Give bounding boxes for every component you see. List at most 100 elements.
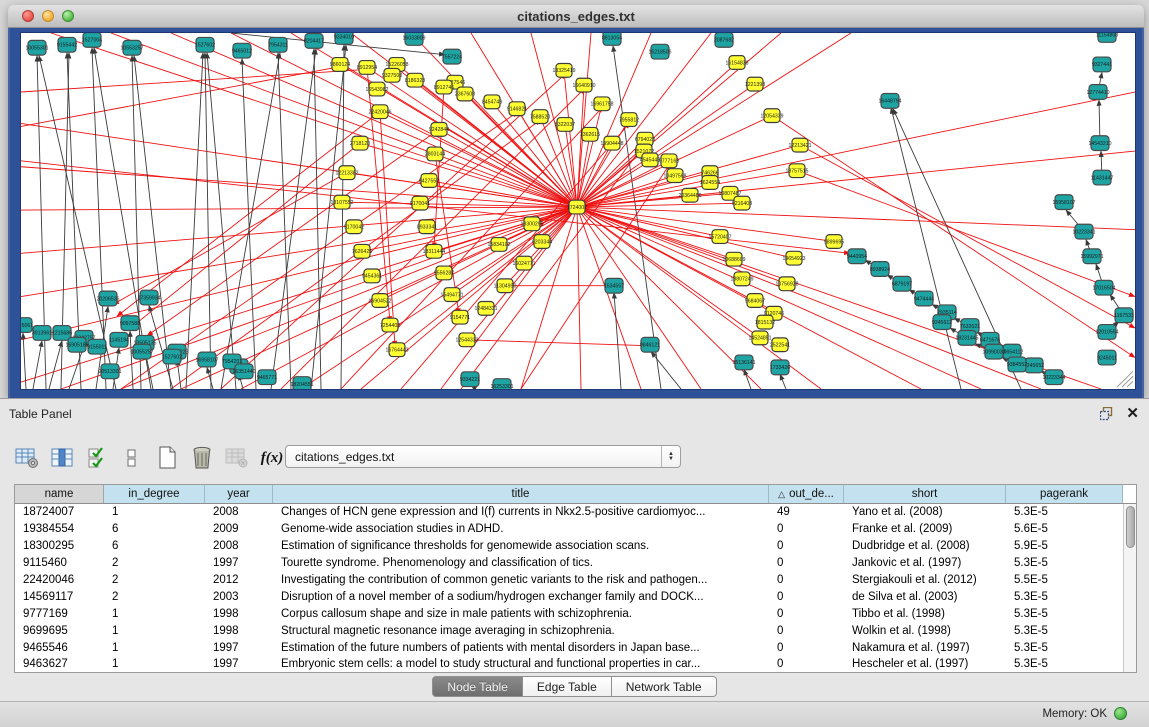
black-edge[interactable] <box>278 53 291 389</box>
network-node[interactable]: 9846121 <box>640 337 660 352</box>
network-node[interactable]: 8454749 <box>482 95 502 109</box>
table-cell[interactable]: 2003 <box>205 591 273 603</box>
table-cell[interactable]: Investigating the contribution of common… <box>273 574 769 586</box>
network-node[interactable]: 18231445 <box>955 330 978 345</box>
select-columns-icon[interactable] <box>84 445 110 471</box>
table-cell[interactable]: 5.5E-5 <box>1006 574 1123 586</box>
network-node[interactable]: 18807249 <box>730 272 753 286</box>
black-edge[interactable] <box>221 53 280 389</box>
network-node[interactable]: 9327441 <box>1092 57 1112 72</box>
network-node[interactable]: 9334221 <box>460 372 480 387</box>
network-node[interactable]: 11154808 <box>1096 33 1118 42</box>
network-node[interactable]: 1724007 <box>567 200 587 214</box>
table-cell[interactable]: Tibbo et al. (1998) <box>844 608 1006 620</box>
network-node[interactable]: 8938924 <box>870 262 890 277</box>
network-node[interactable]: 10497568 <box>663 169 686 183</box>
red-edge[interactable] <box>564 70 577 207</box>
network-node[interactable]: 9684067 <box>745 294 765 308</box>
red-edge[interactable] <box>577 207 1041 389</box>
network-node[interactable]: 8813054 <box>602 33 622 45</box>
network-node[interactable]: 16904522 <box>368 294 391 308</box>
network-node[interactable]: 7626425 <box>352 244 372 258</box>
table-cell[interactable]: 2 <box>104 557 205 569</box>
show-columns-icon[interactable] <box>49 445 75 471</box>
table-cell[interactable]: 9463627 <box>15 658 104 670</box>
network-node[interactable]: 10756928 <box>775 277 798 291</box>
resize-grip-icon[interactable] <box>1122 376 1133 387</box>
table-cell[interactable]: 0 <box>769 625 844 637</box>
network-node[interactable]: 16640910 <box>572 78 595 92</box>
network-node[interactable]: 15136141 <box>732 355 755 370</box>
network-node[interactable]: 12213382 <box>335 166 358 180</box>
float-panel-icon[interactable] <box>1100 407 1115 421</box>
network-node[interactable]: 9474444 <box>914 291 934 306</box>
network-node[interactable]: 10990033 <box>982 344 1005 359</box>
network-node[interactable]: 20364486 <box>678 188 701 202</box>
black-edge[interactable] <box>271 49 316 389</box>
table-row[interactable]: 911546021997Tourette syndrome. Phenomeno… <box>15 555 1123 572</box>
table-cell[interactable]: Embryonic stem cells: a model to study s… <box>273 658 769 670</box>
network-node[interactable]: 9155442 <box>57 37 77 52</box>
table-cell[interactable]: 6 <box>104 540 205 552</box>
network-node[interactable]: 9465771 <box>257 370 277 385</box>
table-cell[interactable]: 1997 <box>205 642 273 654</box>
network-node[interactable]: 18204551 <box>290 377 313 389</box>
black-edge[interactable] <box>33 341 42 389</box>
table-cell[interactable]: 5.3E-5 <box>1006 506 1123 518</box>
network-node[interactable]: 9155011 <box>87 339 107 354</box>
network-node[interactable]: 2087682 <box>714 33 734 47</box>
network-node[interactable]: 1527004 <box>82 33 102 47</box>
black-edge[interactable] <box>207 367 213 389</box>
network-node[interactable]: 9154771 <box>450 310 470 324</box>
table-row[interactable]: 1456911722003Disruption of a novel membe… <box>15 588 1123 605</box>
network-node[interactable]: 2367608 <box>455 87 475 101</box>
table-cell[interactable]: Genome-wide association studies in ADHD. <box>273 523 769 535</box>
red-edge[interactable] <box>21 207 577 210</box>
network-node[interactable]: 20513301 <box>98 364 121 379</box>
network-node[interactable]: 1815132 <box>755 315 775 329</box>
table-cell[interactable]: 1997 <box>205 557 273 569</box>
network-node[interactable]: 1527602 <box>162 349 182 364</box>
column-header-pagerank[interactable]: pagerank <box>1006 485 1123 503</box>
network-node[interactable]: 1362615 <box>580 127 600 141</box>
network-node[interactable]: 12544333 <box>455 333 478 347</box>
function-builder-icon[interactable]: f(x) <box>259 445 285 471</box>
network-node[interactable]: 9242844 <box>429 122 449 136</box>
table-cell[interactable]: 9699695 <box>15 625 104 637</box>
column-header-short[interactable]: short <box>844 485 1006 503</box>
table-select-dropdown[interactable]: citations_edges.txt ▲▼ <box>285 445 681 468</box>
network-node[interactable]: 8933341 <box>417 220 437 234</box>
network-node[interactable]: 17016504 <box>1092 280 1115 295</box>
red-edge[interactable] <box>577 207 760 338</box>
network-node[interactable]: 11304990 <box>494 279 517 293</box>
network-node[interactable]: 10688609 <box>722 252 745 266</box>
table-cell[interactable]: 2 <box>104 591 205 603</box>
network-node[interactable]: 9777169 <box>659 154 679 168</box>
network-node[interactable]: 16253301 <box>490 379 513 389</box>
network-node[interactable]: 18300295 <box>520 217 543 231</box>
table-cell[interactable]: 2008 <box>205 540 273 552</box>
table-cell[interactable]: 2009 <box>205 523 273 535</box>
network-node[interactable]: 17359934 <box>137 290 160 305</box>
network-node[interactable]: 9899695 <box>824 235 844 249</box>
network-node[interactable]: 2803144 <box>425 147 445 161</box>
network-node[interactable]: 15834102 <box>487 238 510 252</box>
network-node[interactable]: 9327508 <box>382 68 402 82</box>
table-cell[interactable]: Tourette syndrome. Phenomenology and cla… <box>273 557 769 569</box>
table-cell[interactable]: 22420046 <box>15 574 104 586</box>
network-node[interactable]: 9170042 <box>344 220 364 234</box>
table-cell[interactable]: Structural magnetic resonance image aver… <box>273 625 769 637</box>
table-row[interactable]: 2242004622012Investigating the contribut… <box>15 572 1123 589</box>
tab-node-table[interactable]: Node Table <box>432 676 523 697</box>
network-node[interactable]: 16154838 <box>725 56 748 70</box>
network-node[interactable]: 9556287 <box>434 266 454 280</box>
network-node[interactable]: 7954311 <box>268 37 288 52</box>
black-edge[interactable] <box>49 341 62 389</box>
table-cell[interactable]: 5.3E-5 <box>1006 557 1123 569</box>
table-cell[interactable]: 0 <box>769 642 844 654</box>
row-options-icon[interactable] <box>119 445 145 471</box>
table-row[interactable]: 1872400712008Changes of HCN gene express… <box>15 504 1123 521</box>
network-node[interactable]: 16351440 <box>232 364 255 379</box>
table-row[interactable]: 969969511998Structural magnetic resonanc… <box>15 622 1123 639</box>
table-cell[interactable]: 0 <box>769 540 844 552</box>
